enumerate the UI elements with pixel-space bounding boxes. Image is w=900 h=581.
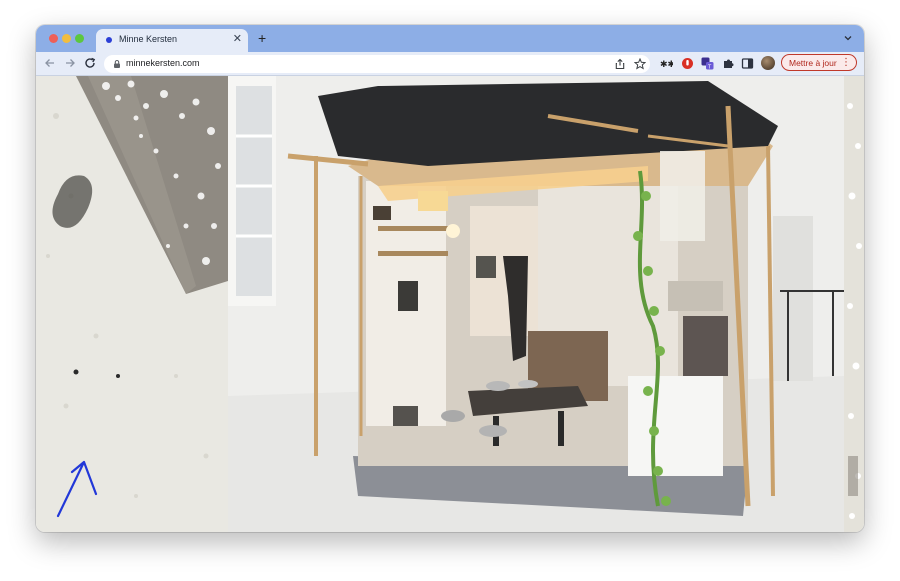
artwork-photo — [228, 76, 844, 532]
dual-star-extension-icon[interactable]: ✱✱ — [660, 57, 673, 70]
star-icon[interactable] — [634, 58, 646, 70]
url-text[interactable]: minnekersten.com — [126, 58, 200, 68]
tab-search-chevron-icon[interactable] — [844, 34, 852, 42]
lock-icon[interactable] — [112, 59, 122, 69]
arrow-right-icon[interactable] — [62, 55, 78, 71]
browser-toolbar: minnekersten.com ✱✱ T Mettre à jour ⋮ — [36, 52, 864, 76]
installation-photo-image — [228, 76, 844, 532]
tab-title: Minne Kersten — [119, 34, 178, 44]
favicon-icon — [106, 37, 112, 43]
close-window-button[interactable] — [49, 34, 58, 43]
speckled-strip-image — [844, 76, 864, 532]
more-menu-icon[interactable]: ⋮ — [841, 56, 851, 69]
update-button-label: Mettre à jour — [789, 58, 837, 68]
profile-avatar[interactable] — [761, 56, 775, 70]
side-panel-icon[interactable] — [741, 57, 754, 70]
new-tab-button[interactable]: + — [258, 30, 266, 46]
arrow-left-icon[interactable] — [42, 55, 58, 71]
title-bar: Minne Kersten ✕ + — [36, 25, 864, 52]
update-button[interactable]: Mettre à jour ⋮ — [781, 54, 857, 71]
close-tab-icon[interactable]: ✕ — [233, 32, 242, 46]
puzzle-icon[interactable] — [722, 57, 735, 70]
address-bar[interactable]: minnekersten.com — [104, 55, 650, 73]
textured-side-panel — [36, 76, 228, 532]
minimize-window-button[interactable] — [62, 34, 71, 43]
browser-window: Minne Kersten ✕ + minnekersten.com ✱✱ T … — [36, 25, 864, 532]
translate-extension-icon[interactable]: T — [701, 57, 714, 70]
svg-text:✱✱: ✱✱ — [660, 60, 673, 70]
share-icon[interactable] — [614, 58, 626, 70]
textured-side-strip — [844, 76, 864, 532]
page-viewport — [36, 76, 864, 532]
maximize-window-button[interactable] — [75, 34, 84, 43]
speckled-texture-image — [36, 76, 228, 532]
tab-active[interactable]: Minne Kersten ✕ — [96, 29, 248, 52]
reload-icon[interactable] — [82, 55, 98, 71]
shield-extension-icon[interactable] — [681, 57, 694, 70]
